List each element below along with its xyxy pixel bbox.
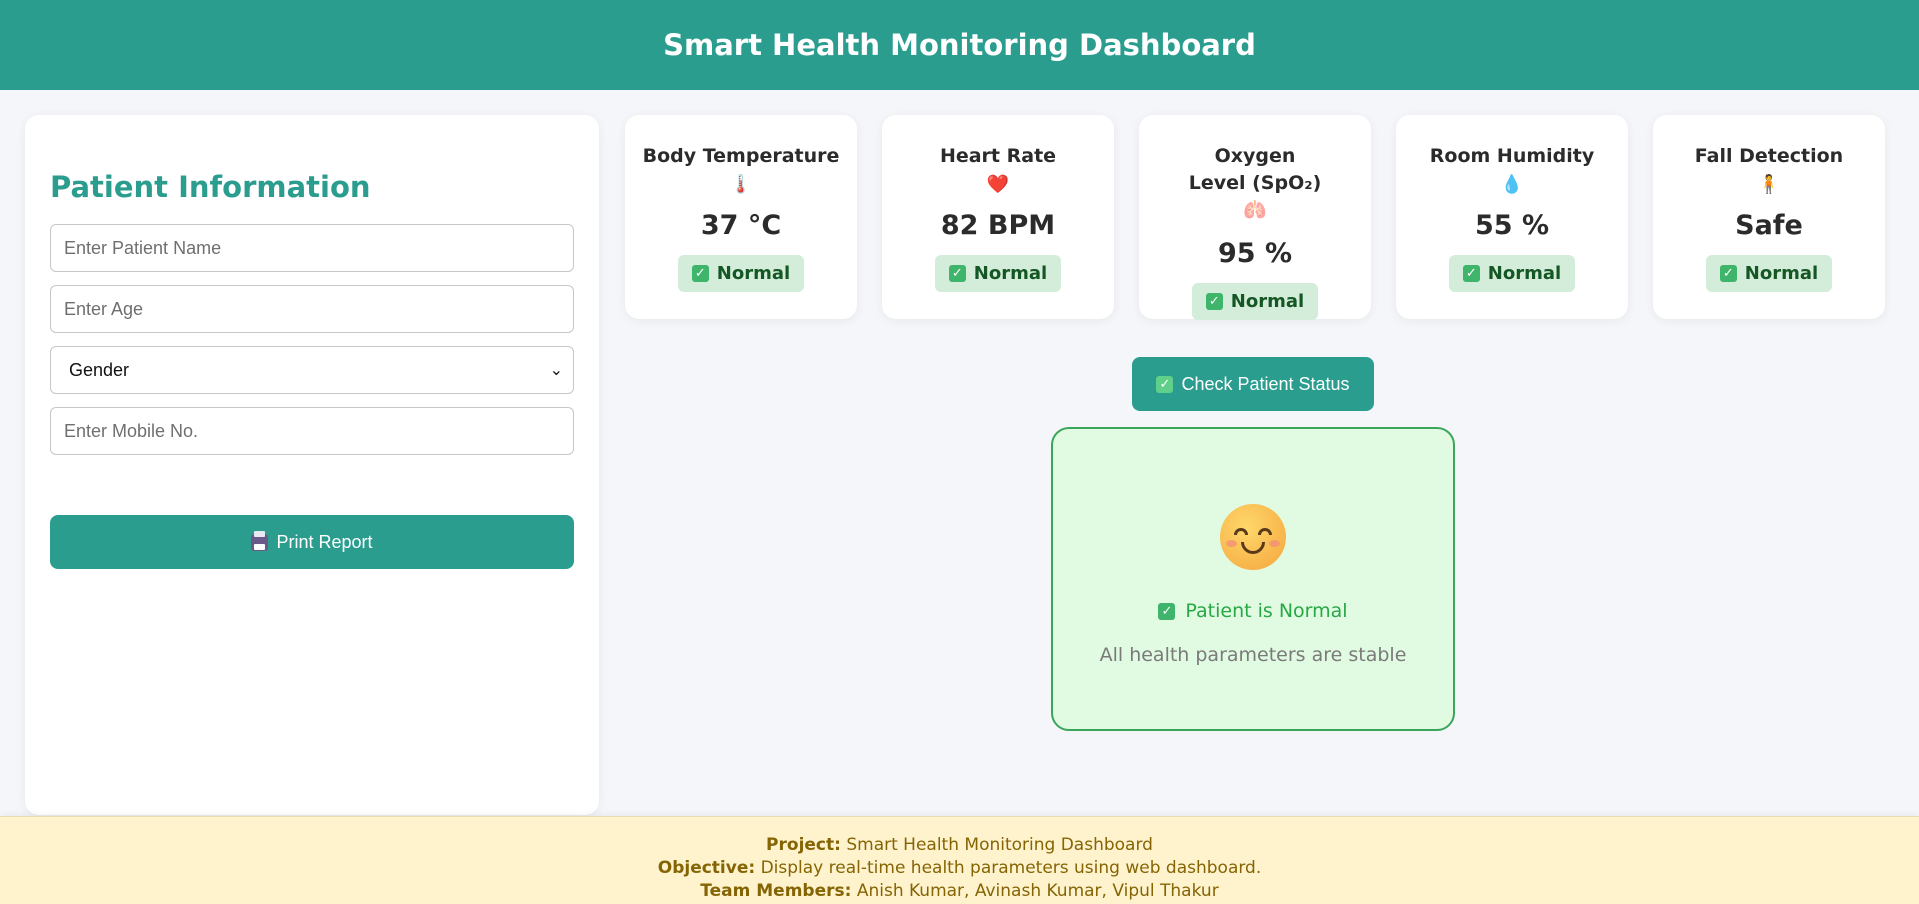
gender-select-value: Gender <box>69 359 130 380</box>
footer-team-value: Anish Kumar, Avinash Kumar, Vipul Thakur <box>856 881 1219 901</box>
status-badge: ✓ Normal <box>677 255 805 292</box>
person-standing-icon: 🧍 <box>1757 174 1781 194</box>
card-room-humidity: Room Humidity 💧 55 % ✓ Normal <box>1396 115 1628 319</box>
footer-objective-label: Objective: <box>657 858 756 878</box>
card-title: Oxygen Level (SpO₂) 🫁 <box>1188 145 1322 221</box>
card-value: 55 % <box>1474 210 1550 241</box>
page-title: Smart Health Monitoring Dashboard <box>663 28 1256 62</box>
app-header: Smart Health Monitoring Dashboard <box>0 0 1919 90</box>
card-title: Body Temperature <box>642 145 840 167</box>
check-icon: ✓ <box>1205 293 1223 310</box>
check-patient-status-label: Check Patient Status <box>1181 373 1350 394</box>
patient-status-title: ✓ Patient is Normal <box>1053 600 1453 622</box>
footer-objective-value: Display real-time health parameters usin… <box>760 858 1262 878</box>
status-badge-label: Normal <box>716 263 791 284</box>
status-badge-label: Normal <box>1744 263 1819 284</box>
status-badge: ✓ Normal <box>1705 255 1833 292</box>
footer-team: Team Members: Anish Kumar, Avinash Kumar… <box>0 880 1919 903</box>
check-patient-status-button[interactable]: ✓ Check Patient Status <box>1132 357 1374 411</box>
status-badge-label: Normal <box>1230 291 1305 312</box>
check-icon: ✓ <box>1462 265 1480 282</box>
printer-icon <box>251 530 269 551</box>
check-icon: ✓ <box>1719 265 1737 282</box>
status-badge: ✓ Normal <box>1448 255 1576 292</box>
card-value: Safe <box>1735 210 1803 241</box>
status-badge: ✓ Normal <box>934 255 1062 292</box>
status-badge: ✓ Normal <box>1191 283 1319 320</box>
footer-project-value: Smart Health Monitoring Dashboard <box>846 835 1153 855</box>
check-icon: ✓ <box>1156 375 1174 393</box>
card-heart-rate: Heart Rate ❤️ 82 BPM ✓ Normal <box>882 115 1114 319</box>
check-icon: ✓ <box>948 265 966 282</box>
droplet-icon: 💧 <box>1500 174 1524 194</box>
check-icon: ✓ <box>1158 602 1176 620</box>
check-icon: ✓ <box>691 265 709 282</box>
patient-info-panel: Patient Information Gender ⌄ Print Repor… <box>25 115 599 815</box>
patient-info-title: Patient Information <box>50 170 371 204</box>
print-report-label: Print Report <box>276 531 373 552</box>
card-title: Heart Rate <box>939 145 1057 167</box>
card-value: 82 BPM <box>940 210 1056 241</box>
age-input[interactable] <box>64 298 560 320</box>
status-badge-label: Normal <box>1487 263 1562 284</box>
vitals-cards: Body Temperature 🌡️ 37 °C ✓ Normal Heart … <box>625 115 1885 320</box>
gender-select[interactable]: Gender ⌄ <box>50 346 574 394</box>
card-value: 95 % <box>1217 238 1293 269</box>
card-title: Fall Detection <box>1694 145 1844 167</box>
patient-status-text: Patient is Normal <box>1185 600 1348 622</box>
patient-name-input[interactable] <box>64 237 560 259</box>
lungs-icon-inline: 🫁 <box>1243 199 1267 221</box>
mobile-input[interactable] <box>64 420 560 442</box>
card-oxygen-level: Oxygen Level (SpO₂) 🫁 🫁 95 % ✓ Normal <box>1139 115 1371 320</box>
patient-status-panel: ✓ Patient is Normal All health parameter… <box>1051 427 1455 731</box>
chevron-down-icon: ⌄ <box>549 362 563 379</box>
print-report-button[interactable]: Print Report <box>50 515 574 569</box>
card-title: Room Humidity <box>1429 145 1595 167</box>
card-fall-detection: Fall Detection 🧍 Safe ✓ Normal <box>1653 115 1885 319</box>
mobile-field[interactable] <box>50 407 574 455</box>
age-field[interactable] <box>50 285 574 333</box>
smiling-face-icon <box>1220 504 1286 570</box>
project-footer: Project: Smart Health Monitoring Dashboa… <box>0 816 1919 904</box>
footer-team-label: Team Members: <box>700 881 852 901</box>
footer-objective: Objective: Display real-time health para… <box>0 857 1919 880</box>
card-value: 37 °C <box>700 210 782 241</box>
patient-status-subtitle: All health parameters are stable <box>1099 644 1407 666</box>
footer-project-label: Project: <box>766 835 841 855</box>
status-badge-label: Normal <box>973 263 1048 284</box>
card-body-temperature: Body Temperature 🌡️ 37 °C ✓ Normal <box>625 115 857 319</box>
heart-icon: ❤️ <box>986 174 1010 194</box>
thermometer-icon: 🌡️ <box>729 174 753 194</box>
footer-project: Project: Smart Health Monitoring Dashboa… <box>0 834 1919 857</box>
patient-name-field[interactable] <box>50 224 574 272</box>
